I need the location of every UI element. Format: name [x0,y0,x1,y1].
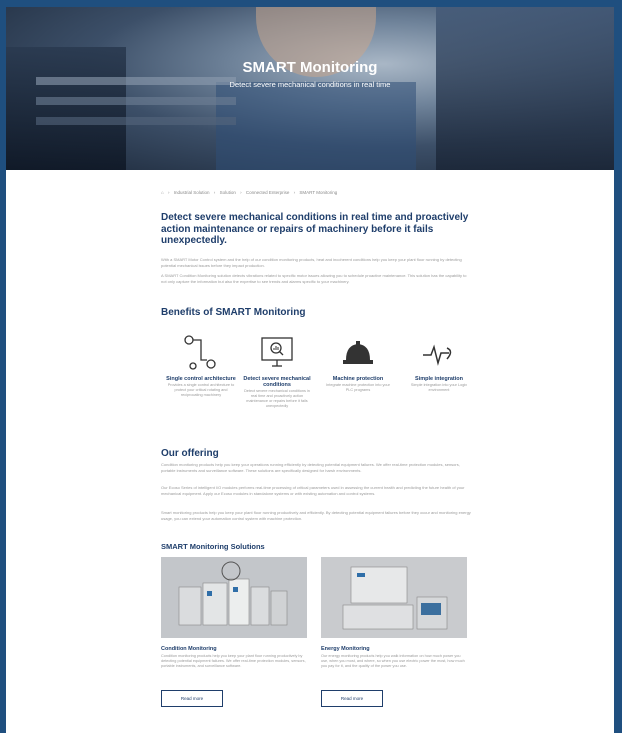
breadcrumb-separator: › [240,190,242,195]
network-nodes-icon [184,335,216,370]
breadcrumb-separator: › [293,190,296,195]
hero-banner: SMART Monitoring Detect severe mechanica… [6,7,614,170]
solution-card-title: Condition Monitoring [161,646,217,652]
hero-subtitle: Detect severe mechanical conditions in r… [229,80,391,89]
read-more-button[interactable]: Read more [161,690,223,707]
solution-card-desc: Condition monitoring products help you k… [161,654,306,669]
benefit-title: Single control architecture [166,376,236,382]
benefit-desc: Simple integration into your Logix envir… [410,383,468,393]
condition-monitoring-image [161,557,307,638]
monitor-analytics-icon [261,337,293,367]
benefits-heading: Benefits of SMART Monitoring [161,307,306,318]
page-frame: SMART Monitoring Detect severe mechanica… [6,7,614,733]
benefit-simple-integration: Simple integration Simple integration in… [403,333,475,393]
solution-card-condition: Condition Monitoring Condition monitorin… [161,557,307,707]
benefit-title: Machine protection [332,376,384,382]
intro-paragraph-1: With a SMART Motor Control system and th… [161,257,462,268]
intro-heading: Detect severe mechanical conditions in r… [161,212,469,246]
benefit-desc: Provides a single control architecture t… [167,383,235,398]
energy-monitoring-image [321,557,467,638]
breadcrumb-item-connected-enterprise[interactable]: Connected Enterprise [246,190,290,195]
benefit-desc: Integrate machine protection into your P… [326,383,390,393]
benefit-title: Detect severe mechanical conditions [243,376,311,389]
pulse-integration-icon [423,344,452,366]
read-more-button[interactable]: Read more [321,690,383,707]
home-icon[interactable]: ⌂ [161,190,164,195]
intro-paragraph-2: A SMART Condition Monitoring solution de… [161,273,467,284]
benefit-desc: Detect severe mechanical conditions in r… [244,389,310,409]
solution-card-desc: Our energy monitoring products help you … [321,654,465,669]
offering-paragraph-1: Condition monitoring products help you k… [161,462,460,473]
benefit-single-control: Single control architecture Provides a s… [165,333,237,398]
offering-paragraph-2: Our Ecoso Series of intelligent I/O modu… [161,485,465,496]
offering-paragraph-3: Smart monitoring products help you keep … [161,510,471,521]
breadcrumb-item-solution[interactable]: Solution [220,190,236,195]
solution-card-energy: Energy Monitoring Our energy monitoring … [321,557,467,707]
solution-card-title: Energy Monitoring [321,646,370,652]
hard-hat-icon [343,341,373,364]
breadcrumb-separator: › [213,190,216,195]
solutions-heading: SMART Monitoring Solutions [161,542,265,551]
benefit-title: Simple integration [415,376,463,382]
breadcrumb: ⌂ › Industrial Solution › Solution › Con… [161,190,340,195]
breadcrumb-item-industrial-solution[interactable]: Industrial Solution [174,190,210,195]
benefit-machine-protection: Machine protection Integrate machine pro… [322,333,394,393]
offering-heading: Our offering [161,448,219,459]
benefit-detect-conditions: Detect severe mechanical conditions Dete… [241,333,313,409]
breadcrumb-item-current: SMART Monitoring [299,190,338,195]
hero-title: SMART Monitoring [242,59,378,76]
breadcrumb-separator: › [167,190,170,195]
